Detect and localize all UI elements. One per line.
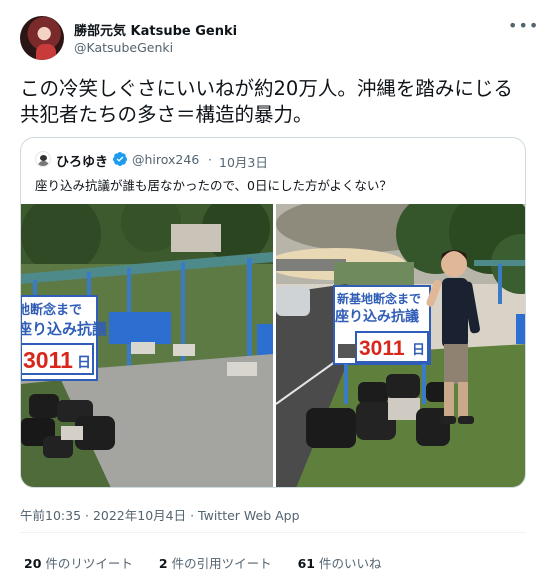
quoted-author-display-name: ひろゆき [56, 155, 109, 170]
author-handle[interactable]: @KatsubeGenki [74, 40, 173, 55]
verified-badge-icon [112, 152, 127, 166]
sign-unit: 日 [412, 342, 425, 357]
quoted-author-handle: @hirox246 [132, 152, 200, 167]
quoted-photo-2[interactable]: 新基地断念まで 座り込み抗議 3011 日 [276, 204, 525, 487]
quoted-tweet[interactable]: ひろゆき @hirox246 · 10月3日 座り込み抗議が誰も居なかったので、… [20, 137, 526, 488]
separator-dot: · [208, 152, 212, 167]
retweet-label: 件のリツイート [45, 556, 133, 571]
tweet: 勝部元気 Katsube Genki @KatsubeGenki ••• この冷… [0, 0, 546, 576]
quote-count-link[interactable]: 2 件の引用ツイート [159, 553, 272, 572]
like-label: 件のいいね [319, 556, 382, 571]
divider [20, 532, 526, 533]
sign-number: 3011 [23, 347, 73, 373]
quoted-author-avatar [35, 151, 51, 167]
quoted-photo-1[interactable]: 地断念まで 座り込み抗議 3011 日 [21, 204, 273, 487]
timestamp-meta[interactable]: 午前10:35 · 2022年10月4日 · Twitter Web App [20, 505, 300, 524]
sign-line-2: 座り込み抗議 [335, 308, 419, 324]
sign-line-1: 新基地断念まで [337, 291, 421, 306]
sign-line-1: 地断念まで [21, 302, 82, 317]
quoted-text: 座り込み抗議が誰も居なかったので、0日にした方がよくない？ [35, 178, 392, 193]
like-count-link[interactable]: 61 件のいいね [298, 553, 382, 572]
quote-count: 2 [158, 556, 168, 571]
retweet-count-link[interactable]: 20 件のリツイート [24, 553, 133, 572]
sign-number: 3011 [359, 337, 405, 360]
author-display-name[interactable]: 勝部元気 Katsube Genki [74, 20, 237, 39]
tweet-text: この冷笑しぐさにいいねが約20万人。沖縄を踏みにじる共犯者たちの多さ＝構造的暴力… [20, 77, 513, 126]
more-horizontal-icon[interactable]: ••• [508, 18, 538, 34]
quoted-date[interactable]: 10月3日 [219, 152, 268, 171]
like-count: 61 [297, 556, 316, 571]
retweet-count: 20 [24, 556, 42, 571]
engagement-stats: 20 件のリツイート 2 件の引用ツイート 61 件のいいね [24, 553, 404, 572]
sign-line-2: 座り込み抗議 [21, 320, 107, 338]
sign-unit: 日 [77, 354, 91, 370]
author-avatar[interactable] [20, 16, 64, 60]
quote-label: 件の引用ツイート [171, 556, 272, 571]
